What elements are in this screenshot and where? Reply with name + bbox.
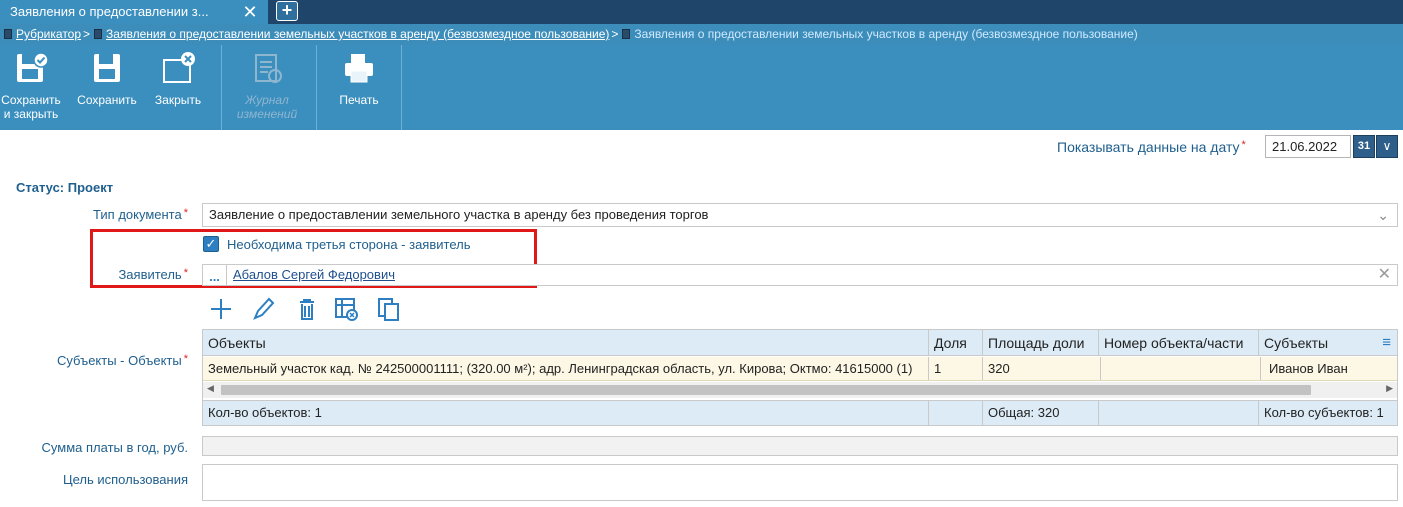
calendar-icon[interactable]: 31 (1353, 135, 1375, 158)
add-icon[interactable] (208, 296, 234, 322)
breadcrumb-current: Заявления о предоставлении земельных уча… (634, 27, 1138, 41)
purpose-textarea[interactable] (202, 464, 1398, 501)
scroll-right-icon[interactable]: ▶ (1386, 383, 1393, 394)
column-header-part-number[interactable]: Номер объекта/части (1099, 330, 1259, 355)
column-menu-icon[interactable]: ≡ (1382, 330, 1391, 356)
cell-subject: Иванов Иван (1269, 361, 1348, 376)
applicant-label-text: Заявитель (118, 267, 182, 282)
date-filter-label-text: Показывать данные на дату (1057, 139, 1240, 155)
print-label: Печать (339, 93, 379, 107)
tab-title: Заявления о предоставлении з... (10, 4, 209, 19)
applicant-picker-button[interactable]: ... (203, 265, 227, 285)
footer-share (929, 401, 983, 425)
required-marker: * (1241, 139, 1246, 151)
document-icon (622, 29, 631, 39)
applicant-label: Заявитель * (60, 267, 188, 282)
close-label: Закрыть (154, 93, 202, 107)
subjects-objects-grid: Объекты Доля Площадь доли Номер объекта/… (202, 329, 1398, 426)
tab-applications[interactable]: Заявления о предоставлении з... ✕ (0, 0, 268, 24)
doc-type-label: Тип документа * (60, 207, 188, 222)
document-icon (94, 29, 103, 39)
save-icon (94, 54, 120, 82)
required-marker: * (183, 207, 188, 219)
close-button[interactable]: Закрыть (148, 45, 208, 130)
third-party-label: Необходима третья сторона - заявитель (227, 237, 471, 252)
close-tab-icon[interactable]: ✕ (240, 2, 260, 22)
applicant-link[interactable]: Абалов Сергей Федорович (233, 267, 395, 282)
edit-icon[interactable] (250, 296, 276, 322)
table-row[interactable]: Земельный участок кад. № 242500001111; (… (203, 357, 1397, 381)
required-marker: * (183, 267, 188, 279)
trash-icon[interactable] (294, 296, 320, 322)
date-filter-label: Показывать данные на дату * (1057, 139, 1246, 155)
cell-part-number (1101, 357, 1261, 380)
footer-objects-count: Кол-во объектов: 1 (203, 401, 929, 425)
scrollbar-thumb[interactable] (221, 385, 1311, 395)
journal-icon (255, 54, 282, 83)
breadcrumb-separator: > (83, 27, 91, 41)
save-close-icon (17, 52, 48, 82)
document-icon (4, 29, 12, 39)
doc-type-value: Заявление о предоставлении земельного уч… (209, 207, 709, 222)
toolbar-separator (316, 45, 317, 130)
close-window-icon (163, 52, 195, 83)
cell-share: 1 (929, 357, 983, 380)
journal-button[interactable]: Журнал изменений (228, 45, 306, 130)
purpose-label: Цель использования (62, 472, 188, 487)
scroll-left-icon[interactable]: ◀ (207, 383, 214, 394)
column-header-share[interactable]: Доля (929, 330, 983, 355)
doc-type-select[interactable]: Заявление о предоставлении земельного уч… (202, 203, 1398, 227)
column-header-objects[interactable]: Объекты (203, 330, 929, 355)
horizontal-scrollbar[interactable]: ◀ ▶ (203, 382, 1397, 398)
save-button[interactable]: Сохранить (72, 45, 142, 130)
breadcrumb: Рубрикатор > Заявления о предоставлении зе… (0, 24, 1403, 45)
toolbar-separator (221, 45, 222, 130)
save-and-close-label: Сохранить и закрыть (1, 93, 61, 121)
toolbar: Сохранить и закрыть Сохранить Закрыть Жу… (0, 45, 1403, 130)
subjects-objects-label: Субъекты - Объекты * (40, 353, 188, 368)
required-marker: * (183, 353, 188, 365)
applicant-field: ... Абалов Сергей Федорович ✕ (202, 264, 1398, 286)
tab-bar: Заявления о предоставлении з... ✕ + (0, 0, 1403, 24)
print-button[interactable]: Печать (326, 45, 392, 130)
grid-footer: Кол-во объектов: 1 Общая: 320 Кол-во суб… (203, 400, 1397, 425)
status-label: Статус: Проект (16, 180, 114, 195)
footer-part-number (1099, 401, 1259, 425)
annual-payment-label: Сумма платы в год, руб. (41, 440, 188, 455)
footer-total: Общая: 320 (983, 401, 1099, 425)
printer-icon (345, 54, 373, 83)
footer-subjects-count: Кол-во субъектов: 1 (1264, 405, 1384, 420)
grid-header: Объекты Доля Площадь доли Номер объекта/… (203, 330, 1397, 356)
chevron-down-icon: ⌄ (1377, 207, 1389, 223)
breadcrumb-separator: > (611, 27, 619, 41)
third-party-checkbox[interactable]: ✓ (203, 236, 219, 252)
table-delete-icon[interactable] (333, 296, 359, 322)
annual-payment-input[interactable] (202, 436, 1398, 456)
column-header-subjects[interactable]: Субъекты (1259, 330, 1397, 355)
save-and-close-button[interactable]: Сохранить и закрыть (0, 45, 62, 130)
date-input[interactable]: 21.06.2022 (1265, 135, 1351, 158)
copy-icon[interactable] (376, 296, 402, 322)
subjects-objects-label-text: Субъекты - Объекты (57, 353, 182, 368)
clear-icon[interactable]: ✕ (1378, 265, 1391, 285)
cell-area: 320 (983, 357, 1101, 380)
save-label: Сохранить (77, 93, 137, 107)
breadcrumb-section-link[interactable]: Заявления о предоставлении земельных уча… (106, 27, 609, 41)
breadcrumb-root-link[interactable]: Рубрикатор (16, 27, 81, 41)
journal-label: Журнал изменений (236, 93, 298, 121)
chevron-down-icon[interactable]: ∨ (1376, 135, 1398, 158)
column-header-area[interactable]: Площадь доли (983, 330, 1099, 355)
doc-type-label-text: Тип документа (93, 207, 182, 222)
add-tab-button[interactable]: + (276, 1, 298, 21)
cell-object: Земельный участок кад. № 242500001111; (… (203, 357, 929, 380)
toolbar-separator (401, 45, 402, 130)
